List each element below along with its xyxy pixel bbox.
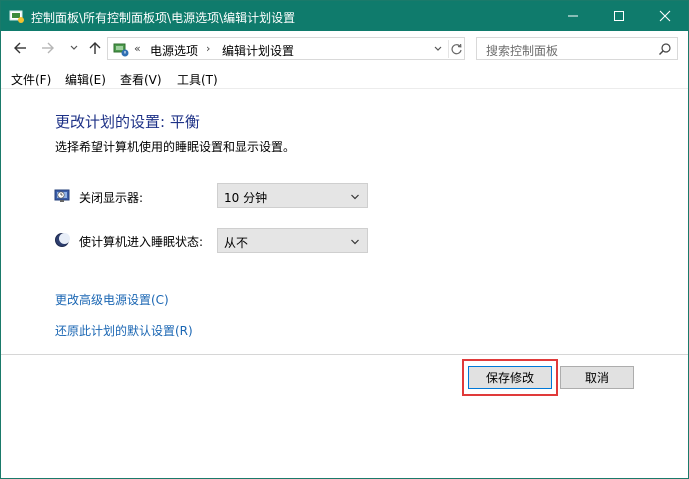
menu-tools[interactable]: 工具(T) [177,71,218,88]
power-options-icon [112,40,130,58]
breadcrumb-separator[interactable]: › [206,42,210,55]
refresh-icon [451,43,462,54]
breadcrumb-overflow[interactable]: « [134,42,141,55]
back-arrow-icon [14,42,26,54]
chevron-down-icon [434,46,442,51]
address-dropdown-button[interactable] [431,41,445,57]
forward-button[interactable] [39,39,57,57]
footer-divider [1,354,688,355]
turn-off-display-label: 关闭显示器: [79,191,144,205]
page-description: 选择希望计算机使用的睡眠设置和显示设置。 [55,140,296,154]
maximize-button[interactable] [596,1,642,31]
up-arrow-icon [89,42,101,54]
sleep-label: 使计算机进入睡眠状态: [79,235,204,249]
monitor-clock-icon [54,188,72,204]
menu-file[interactable]: 文件(F) [11,71,51,88]
close-button[interactable] [642,1,688,31]
moon-sleep-icon [54,232,72,248]
up-button[interactable] [86,39,104,57]
address-bar[interactable]: « 电源选项 › 编辑计划设置 [107,37,465,60]
search-box[interactable]: 搜索控制面板 [476,37,678,60]
sleep-select[interactable]: 从不 [217,228,368,253]
navigation-bar: « 电源选项 › 编辑计划设置 搜索控制面板 [1,31,688,65]
sleep-value: 从不 [224,236,249,250]
close-icon [659,10,671,22]
search-placeholder[interactable]: 搜索控制面板 [486,42,558,59]
window: 控制面板\所有控制面板项\电源选项\编辑计划设置 « 电源选项 › 编辑计划设置… [0,0,689,479]
minimize-icon [568,15,578,17]
maximize-icon [614,11,624,21]
recent-locations-button[interactable] [65,39,83,57]
main-content: 更改计划的设置: 平衡 选择希望计算机使用的睡眠设置和显示设置。 关闭显示器: … [1,90,688,354]
window-title: 控制面板\所有控制面板项\电源选项\编辑计划设置 [31,11,296,25]
title-bar: 控制面板\所有控制面板项\电源选项\编辑计划设置 [1,1,688,31]
refresh-button[interactable] [448,40,464,58]
breadcrumb-edit-plan[interactable]: 编辑计划设置 [222,42,294,59]
chevron-down-icon [350,236,360,246]
turn-off-display-value: 10 分钟 [224,191,268,205]
save-changes-button[interactable]: 保存修改 [468,366,552,389]
advanced-power-settings-link[interactable]: 更改高级电源设置(C) [55,291,169,308]
back-button[interactable] [11,39,29,57]
search-icon[interactable] [658,42,672,56]
restore-defaults-link[interactable]: 还原此计划的默认设置(R) [55,322,193,339]
minimize-button[interactable] [550,1,596,31]
turn-off-display-select[interactable]: 10 分钟 [217,183,368,208]
forward-arrow-icon [42,42,54,54]
chevron-down-icon [70,45,78,50]
menu-view[interactable]: 查看(V) [120,71,162,88]
cancel-button[interactable]: 取消 [560,366,634,389]
menu-bar: 文件(F) 编辑(E) 查看(V) 工具(T) [1,67,688,89]
control-panel-icon [9,8,25,24]
chevron-down-icon [350,191,360,201]
menu-edit[interactable]: 编辑(E) [65,71,106,88]
page-title: 更改计划的设置: 平衡 [55,113,200,131]
breadcrumb-power-options[interactable]: 电源选项 [150,42,198,59]
